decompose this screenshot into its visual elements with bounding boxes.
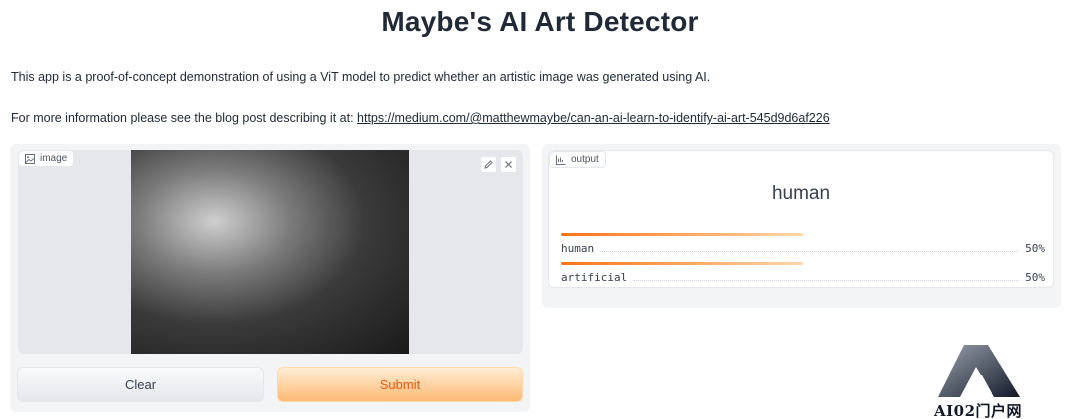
close-icon: [505, 161, 512, 168]
info-text: For more information please see the blog…: [11, 111, 830, 125]
output-panel: output human human 50% artificial 50%: [542, 144, 1061, 308]
image-upload[interactable]: image: [18, 150, 523, 354]
edit-button[interactable]: [480, 156, 497, 173]
edit-icon: [484, 160, 493, 169]
confidence-value: 50%: [1025, 271, 1045, 284]
confidence-item: artificial 50%: [561, 262, 1045, 284]
confidence-bar: [561, 262, 803, 265]
predicted-label: human: [771, 183, 831, 204]
output-box: output human human 50% artificial 50%: [548, 150, 1054, 288]
image-icon: [25, 153, 35, 164]
watermark-text: AI02门户网: [934, 402, 1023, 419]
confidence-label: human: [561, 242, 595, 255]
uploaded-photo: [131, 150, 409, 354]
page-title: Maybe's AI Art Detector: [381, 6, 699, 37]
output-label-text: output: [571, 154, 599, 165]
blog-link[interactable]: https://medium.com/@matthewmaybe/can-an-…: [357, 111, 830, 125]
submit-button[interactable]: Submit: [277, 367, 523, 402]
clear-button[interactable]: Clear: [17, 367, 264, 402]
confidence-value: 50%: [1025, 242, 1045, 255]
output-block-label: output: [549, 151, 606, 168]
image-label-text: image: [40, 153, 68, 164]
confidence-label: artificial: [561, 271, 628, 284]
confidence-bar: [561, 233, 803, 236]
confidence-item: human 50%: [561, 233, 1045, 255]
input-panel: image Clear Submit: [10, 144, 530, 412]
close-button[interactable]: [500, 156, 517, 173]
image-block-label: image: [18, 150, 75, 167]
info-prefix: For more information please see the blog…: [11, 111, 354, 125]
app-description: This app is a proof-of-concept demonstra…: [11, 70, 711, 84]
chart-icon: [556, 155, 566, 165]
image-tools: [480, 156, 517, 173]
